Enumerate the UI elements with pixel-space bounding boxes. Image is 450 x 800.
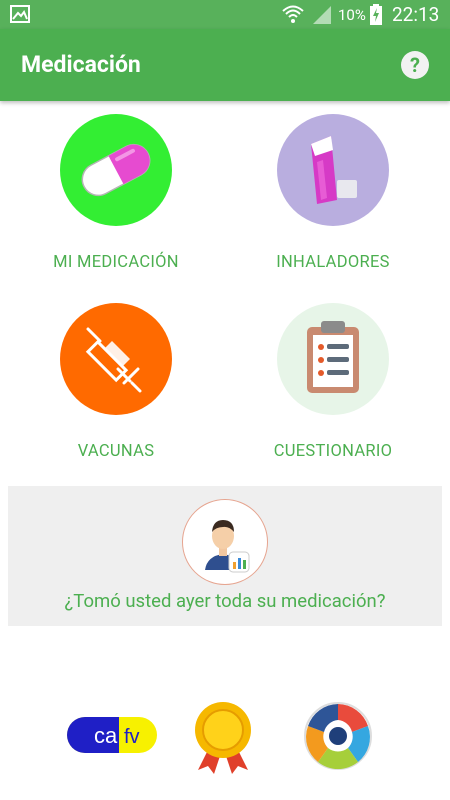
wifi-icon [282, 5, 304, 23]
cafv-logo: ca fv [67, 717, 157, 753]
help-icon: ? [410, 53, 420, 77]
pill-icon [81, 143, 151, 197]
questionnaire-label: CUESTIONARIO [273, 442, 393, 461]
status-bar: 10% 22:13 [0, 0, 450, 29]
signal-icon [313, 6, 331, 24]
my-medication-tile[interactable]: MI MEDICACIÓN [16, 114, 216, 272]
puzzle-network-logo [304, 702, 372, 770]
medication-question: ¿Tomó usted ayer toda su medicación? [64, 590, 386, 612]
patient-chart-icon [205, 520, 250, 573]
inhalers-tile[interactable]: INHALADORES [233, 114, 433, 272]
vaccines-icon-circle[interactable] [60, 303, 172, 415]
page-title: Medicación [21, 51, 141, 78]
inhalers-label: INHALADORES [276, 253, 390, 272]
vaccines-label: VACUNAS [77, 442, 155, 461]
vaccines-tile[interactable]: VACUNAS [16, 303, 216, 461]
cafv-logo-right-text: fv [124, 726, 140, 748]
my-medication-label: MI MEDICACIÓN [53, 253, 179, 272]
help-button[interactable]: ? [401, 51, 429, 79]
medication-question-panel[interactable]: ¿Tomó usted ayer toda su medicación? [8, 486, 442, 626]
clipboard-icon [307, 321, 359, 393]
syringe-icon [85, 327, 142, 393]
avatar [182, 499, 268, 585]
gallery-notification-icon [10, 5, 30, 23]
my-medication-icon-circle[interactable] [60, 114, 172, 226]
questionnaire-tile[interactable]: CUESTIONARIO [233, 303, 433, 461]
app-bar: Medicación ? [0, 29, 450, 101]
inhaler-icon [311, 136, 357, 204]
clock: 22:13 [392, 3, 440, 26]
cafv-logo-left-text: ca [94, 723, 118, 748]
inhalers-icon-circle[interactable] [277, 114, 389, 226]
award-medal-icon [195, 702, 251, 774]
battery-percentage: 10% [338, 6, 366, 24]
questionnaire-icon-circle[interactable] [277, 303, 389, 415]
battery-charging-icon [370, 4, 382, 25]
